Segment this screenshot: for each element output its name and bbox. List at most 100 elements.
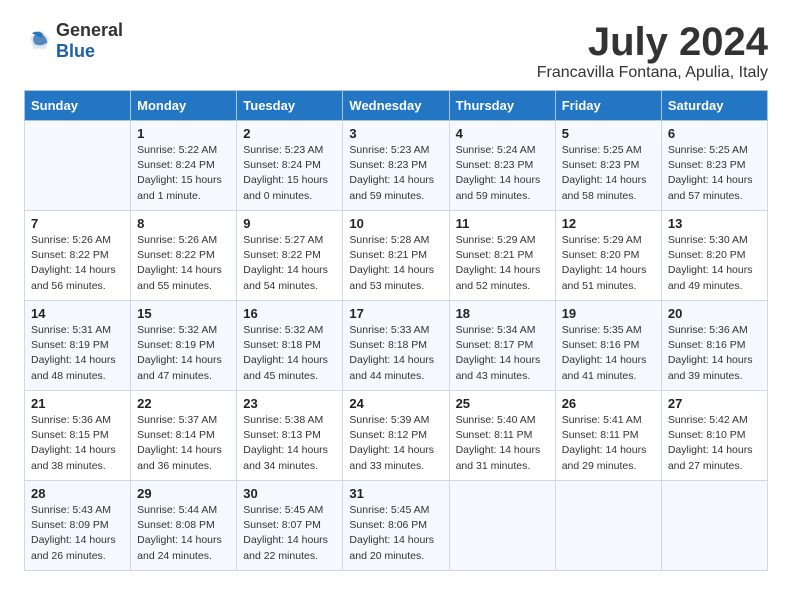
calendar-cell: 21 Sunrise: 5:36 AMSunset: 8:15 PMDayligh… <box>25 391 131 481</box>
calendar-cell <box>661 481 767 571</box>
logo-general: General <box>56 20 123 40</box>
day-info: Sunrise: 5:39 AMSunset: 8:12 PMDaylight:… <box>349 413 442 474</box>
calendar-cell: 4 Sunrise: 5:24 AMSunset: 8:23 PMDaylight… <box>449 121 555 211</box>
calendar-cell: 29 Sunrise: 5:44 AMSunset: 8:08 PMDayligh… <box>131 481 237 571</box>
day-number: 6 <box>668 126 761 141</box>
day-number: 23 <box>243 396 336 411</box>
header-monday: Monday <box>131 91 237 121</box>
week-row-3: 14 Sunrise: 5:31 AMSunset: 8:19 PMDayligh… <box>25 301 768 391</box>
week-row-1: 1 Sunrise: 5:22 AMSunset: 8:24 PMDaylight… <box>25 121 768 211</box>
day-number: 9 <box>243 216 336 231</box>
week-row-2: 7 Sunrise: 5:26 AMSunset: 8:22 PMDaylight… <box>25 211 768 301</box>
day-number: 24 <box>349 396 442 411</box>
header-wednesday: Wednesday <box>343 91 449 121</box>
calendar-cell: 3 Sunrise: 5:23 AMSunset: 8:23 PMDaylight… <box>343 121 449 211</box>
day-number: 2 <box>243 126 336 141</box>
day-info: Sunrise: 5:44 AMSunset: 8:08 PMDaylight:… <box>137 503 230 564</box>
day-info: Sunrise: 5:36 AMSunset: 8:16 PMDaylight:… <box>668 323 761 384</box>
day-number: 7 <box>31 216 124 231</box>
calendar-cell: 24 Sunrise: 5:39 AMSunset: 8:12 PMDayligh… <box>343 391 449 481</box>
day-info: Sunrise: 5:26 AMSunset: 8:22 PMDaylight:… <box>137 233 230 294</box>
calendar-cell: 16Sunrise: 5:32 AMSunset: 8:18 PMDayligh… <box>237 301 343 391</box>
day-info: Sunrise: 5:45 AMSunset: 8:06 PMDaylight:… <box>349 503 442 564</box>
calendar-cell: 2Sunrise: 5:23 AMSunset: 8:24 PMDaylight… <box>237 121 343 211</box>
calendar-cell: 22 Sunrise: 5:37 AMSunset: 8:14 PMDayligh… <box>131 391 237 481</box>
calendar-cell: 15 Sunrise: 5:32 AMSunset: 8:19 PMDayligh… <box>131 301 237 391</box>
calendar-cell: 14 Sunrise: 5:31 AMSunset: 8:19 PMDayligh… <box>25 301 131 391</box>
calendar-header-row: SundayMondayTuesdayWednesdayThursdayFrid… <box>25 91 768 121</box>
day-info: Sunrise: 5:43 AMSunset: 8:09 PMDaylight:… <box>31 503 124 564</box>
day-number: 4 <box>456 126 549 141</box>
day-info: Sunrise: 5:38 AMSunset: 8:13 PMDaylight:… <box>243 413 336 474</box>
day-number: 15 <box>137 306 230 321</box>
calendar-cell <box>555 481 661 571</box>
week-row-4: 21 Sunrise: 5:36 AMSunset: 8:15 PMDayligh… <box>25 391 768 481</box>
title-block: July 2024 Francavilla Fontana, Apulia, I… <box>537 20 768 82</box>
day-number: 25 <box>456 396 549 411</box>
calendar-cell: 25 Sunrise: 5:40 AMSunset: 8:11 PMDayligh… <box>449 391 555 481</box>
day-info: Sunrise: 5:34 AMSunset: 8:17 PMDaylight:… <box>456 323 549 384</box>
calendar-cell: 10 Sunrise: 5:28 AMSunset: 8:21 PMDayligh… <box>343 211 449 301</box>
day-number: 16 <box>243 306 336 321</box>
day-number: 27 <box>668 396 761 411</box>
day-info: Sunrise: 5:36 AMSunset: 8:15 PMDaylight:… <box>31 413 124 474</box>
day-info: Sunrise: 5:32 AMSunset: 8:19 PMDaylight:… <box>137 323 230 384</box>
calendar-cell: 19 Sunrise: 5:35 AMSunset: 8:16 PMDayligh… <box>555 301 661 391</box>
day-info: Sunrise: 5:23 AMSunset: 8:23 PMDaylight:… <box>349 143 442 204</box>
day-info: Sunrise: 5:30 AMSunset: 8:20 PMDaylight:… <box>668 233 761 294</box>
day-info: Sunrise: 5:29 AMSunset: 8:21 PMDaylight:… <box>456 233 549 294</box>
calendar-cell: 11 Sunrise: 5:29 AMSunset: 8:21 PMDayligh… <box>449 211 555 301</box>
calendar-cell: 1 Sunrise: 5:22 AMSunset: 8:24 PMDaylight… <box>131 121 237 211</box>
day-info: Sunrise: 5:40 AMSunset: 8:11 PMDaylight:… <box>456 413 549 474</box>
day-info: Sunrise: 5:42 AMSunset: 8:10 PMDaylight:… <box>668 413 761 474</box>
calendar-cell <box>25 121 131 211</box>
day-number: 14 <box>31 306 124 321</box>
day-info: Sunrise: 5:24 AMSunset: 8:23 PMDaylight:… <box>456 143 549 204</box>
day-info: Sunrise: 5:28 AMSunset: 8:21 PMDaylight:… <box>349 233 442 294</box>
day-info: Sunrise: 5:27 AMSunset: 8:22 PMDaylight:… <box>243 233 336 294</box>
day-info: Sunrise: 5:22 AMSunset: 8:24 PMDaylight:… <box>137 143 230 204</box>
day-number: 12 <box>562 216 655 231</box>
day-number: 13 <box>668 216 761 231</box>
calendar-table: SundayMondayTuesdayWednesdayThursdayFrid… <box>24 90 768 571</box>
day-info: Sunrise: 5:25 AMSunset: 8:23 PMDaylight:… <box>562 143 655 204</box>
day-number: 29 <box>137 486 230 501</box>
day-number: 10 <box>349 216 442 231</box>
day-info: Sunrise: 5:35 AMSunset: 8:16 PMDaylight:… <box>562 323 655 384</box>
calendar-cell: 20 Sunrise: 5:36 AMSunset: 8:16 PMDayligh… <box>661 301 767 391</box>
day-number: 17 <box>349 306 442 321</box>
day-number: 30 <box>243 486 336 501</box>
calendar-cell: 23 Sunrise: 5:38 AMSunset: 8:13 PMDayligh… <box>237 391 343 481</box>
day-number: 20 <box>668 306 761 321</box>
calendar-cell: 9 Sunrise: 5:27 AMSunset: 8:22 PMDaylight… <box>237 211 343 301</box>
day-number: 8 <box>137 216 230 231</box>
calendar-cell: 12 Sunrise: 5:29 AMSunset: 8:20 PMDayligh… <box>555 211 661 301</box>
day-info: Sunrise: 5:29 AMSunset: 8:20 PMDaylight:… <box>562 233 655 294</box>
day-number: 21 <box>31 396 124 411</box>
day-number: 31 <box>349 486 442 501</box>
day-number: 19 <box>562 306 655 321</box>
day-info: Sunrise: 5:33 AMSunset: 8:18 PMDaylight:… <box>349 323 442 384</box>
day-info: Sunrise: 5:41 AMSunset: 8:11 PMDaylight:… <box>562 413 655 474</box>
calendar-cell: 18Sunrise: 5:34 AMSunset: 8:17 PMDayligh… <box>449 301 555 391</box>
calendar-cell: 7Sunrise: 5:26 AMSunset: 8:22 PMDaylight… <box>25 211 131 301</box>
header-sunday: Sunday <box>25 91 131 121</box>
header-tuesday: Tuesday <box>237 91 343 121</box>
calendar-cell: 28 Sunrise: 5:43 AMSunset: 8:09 PMDayligh… <box>25 481 131 571</box>
day-info: Sunrise: 5:25 AMSunset: 8:23 PMDaylight:… <box>668 143 761 204</box>
day-info: Sunrise: 5:31 AMSunset: 8:19 PMDaylight:… <box>31 323 124 384</box>
logo-text: General Blue <box>56 20 123 62</box>
day-number: 28 <box>31 486 124 501</box>
calendar-cell: 5 Sunrise: 5:25 AMSunset: 8:23 PMDaylight… <box>555 121 661 211</box>
day-number: 1 <box>137 126 230 141</box>
calendar-cell: 6 Sunrise: 5:25 AMSunset: 8:23 PMDaylight… <box>661 121 767 211</box>
day-number: 5 <box>562 126 655 141</box>
calendar-cell: 13 Sunrise: 5:30 AMSunset: 8:20 PMDayligh… <box>661 211 767 301</box>
day-info: Sunrise: 5:37 AMSunset: 8:14 PMDaylight:… <box>137 413 230 474</box>
day-number: 11 <box>456 216 549 231</box>
day-number: 22 <box>137 396 230 411</box>
day-number: 3 <box>349 126 442 141</box>
calendar-cell: 27 Sunrise: 5:42 AMSunset: 8:10 PMDayligh… <box>661 391 767 481</box>
week-row-5: 28 Sunrise: 5:43 AMSunset: 8:09 PMDayligh… <box>25 481 768 571</box>
header-thursday: Thursday <box>449 91 555 121</box>
